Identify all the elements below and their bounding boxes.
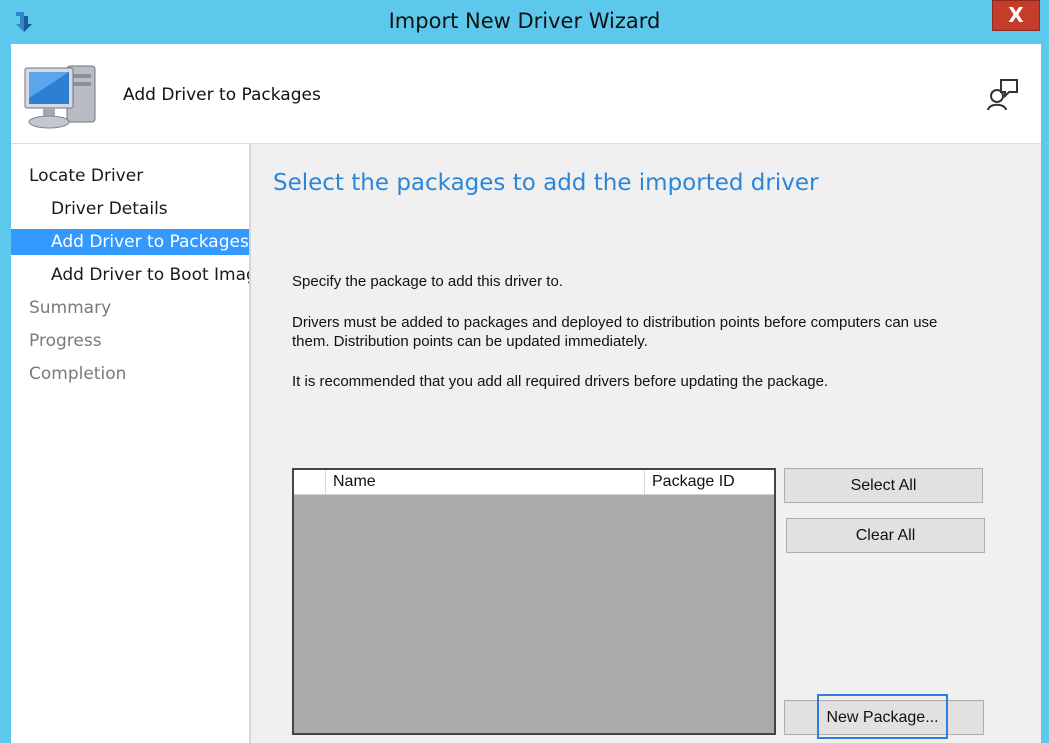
list-header: Name Package ID [294,470,774,495]
package-id-column-header[interactable]: Package ID [645,470,774,494]
description-line-1: Drivers must be added to packages and de… [292,314,938,331]
sidebar-item-summary: Summary [29,298,112,318]
packages-list[interactable]: Name Package ID [292,468,776,735]
wizard-header: Add Driver to Packages [11,44,1041,144]
recommendation-text: It is recommended that you add all requi… [292,373,829,390]
description-line-2: them. Distribution points can be updated… [292,333,648,350]
instruction-text: Specify the package to add this driver t… [292,273,563,290]
sidebar-item-progress: Progress [29,331,102,351]
title-bar: Import New Driver Wizard X [0,0,1049,44]
sidebar-item-add-driver-to-packages[interactable]: Add Driver to Packages [11,229,249,255]
computer-icon [24,65,96,129]
sidebar-item-driver-details[interactable]: Driver Details [51,196,249,222]
clear-all-button[interactable]: Clear All [786,518,985,553]
sidebar-item-add-driver-to-boot-image[interactable]: Add Driver to Boot Image [51,262,249,288]
sidebar-item-locate-driver[interactable]: Locate Driver [29,163,249,189]
help-icon[interactable] [985,76,1021,112]
name-column-header[interactable]: Name [326,470,645,494]
page-title: Add Driver to Packages [123,85,321,105]
close-button[interactable]: X [992,0,1040,31]
checkbox-column-header[interactable] [294,470,326,494]
wizard-content: Select the packages to add the imported … [251,144,1041,743]
section-heading: Select the packages to add the imported … [273,170,819,196]
sidebar-item-completion: Completion [29,364,127,384]
select-all-button[interactable]: Select All [784,468,983,503]
window-title: Import New Driver Wizard [388,9,661,33]
new-package-button[interactable]: New Package... [817,694,948,739]
wizard-steps-sidebar: Locate Driver Driver Details Add Driver … [11,144,251,743]
